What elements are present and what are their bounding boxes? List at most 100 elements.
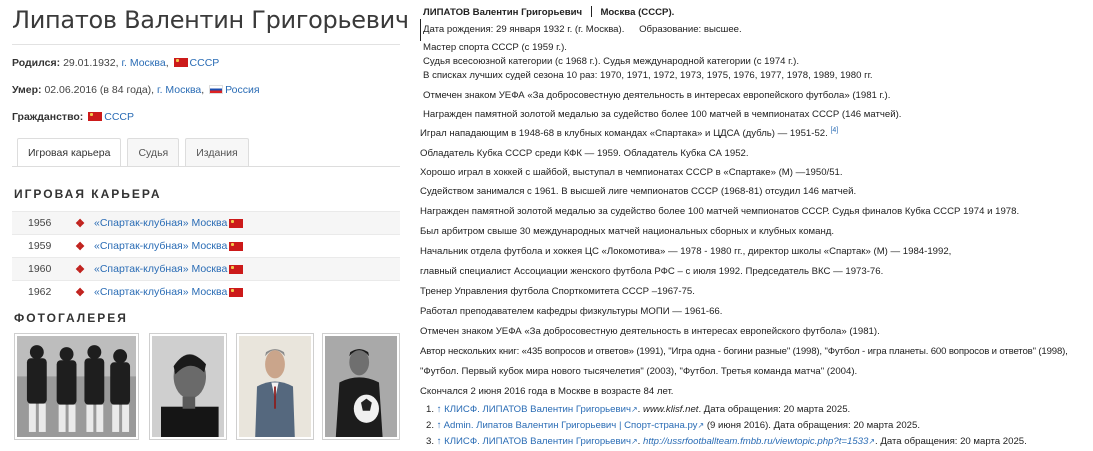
bio-line: Судейством занимался с 1961. В высшей ли… bbox=[420, 186, 857, 197]
ref-number: 1. bbox=[426, 404, 435, 415]
ref-number: 2. bbox=[426, 420, 435, 431]
bio-line: Был арбитром свыше 30 международных матч… bbox=[420, 226, 835, 237]
bio-line: Судья всесоюзной категории (с 1968 г.). … bbox=[423, 56, 800, 67]
table-row: 1960 ❖ «Спартак-клубная» Москва bbox=[12, 257, 400, 280]
ref-date: (9 июня 2016). Дата обращения: 20 марта … bbox=[706, 420, 921, 431]
career-year: 1956 bbox=[28, 217, 52, 229]
photo-image bbox=[239, 336, 311, 437]
career-table: 1956 ❖ «Спартак-клубная» Москва 1959 ❖ «… bbox=[12, 211, 400, 303]
photo-image bbox=[152, 336, 224, 437]
died-city-link[interactable]: г. Москва bbox=[157, 84, 201, 96]
bio-line: Хорошо играл в хоккей с шайбой, выступал… bbox=[420, 167, 843, 178]
profile-tabs: Игровая карьера Судья Издания bbox=[17, 138, 249, 166]
separator bbox=[590, 6, 592, 17]
spartak-logo-icon: ❖ bbox=[75, 263, 85, 276]
bio-header-name: ЛИПАТОВ Валентин Григорьевич bbox=[423, 7, 583, 18]
reference-item: 3. ↑ КЛИСФ. ЛИПАТОВ Валентин Григорьевич… bbox=[426, 436, 1027, 447]
reference-item: 2. ↑ Admin. Липатов Валентин Григорьевич… bbox=[426, 420, 920, 431]
bio-line: Мастер спорта СССР (с 1959 г.). bbox=[423, 42, 567, 53]
external-link-icon: ↗ bbox=[630, 437, 638, 446]
ref-number: 3. bbox=[426, 436, 435, 447]
text-cursor bbox=[420, 19, 421, 41]
spartak-logo-icon: ❖ bbox=[75, 286, 85, 299]
ussr-flag-icon bbox=[229, 241, 244, 251]
gallery-heading: ФОТОГАЛЕРЕЯ bbox=[14, 311, 128, 325]
ussr-flag-icon bbox=[229, 287, 244, 297]
bio-education: Образование: высшее. bbox=[639, 24, 742, 35]
citizenship-country-link[interactable]: СССР bbox=[104, 111, 134, 123]
bio-line: Отмечен знаком УЕФА «За добросовестную д… bbox=[423, 90, 891, 101]
died-row: Умер: 02.06.2016 (в 84 года), г. Москва,… bbox=[12, 84, 260, 96]
ref-mark-link[interactable]: [4] bbox=[830, 127, 838, 134]
bio-header: ЛИПАТОВ Валентин Григорьевич Москва (ССС… bbox=[423, 6, 674, 18]
spartak-logo-icon: ❖ bbox=[75, 217, 85, 230]
photo-image bbox=[17, 336, 136, 437]
bio-line: Скончался 2 июня 2016 года в Москве в во… bbox=[420, 386, 674, 397]
ussr-flag-icon bbox=[229, 264, 244, 274]
bio-line-with-ref: Играл нападающим в 1948-68 в клубных ком… bbox=[420, 127, 838, 139]
external-link-icon: ↗ bbox=[630, 405, 638, 414]
bio-line: Отмечен знаком УЕФА «За добросовестную д… bbox=[420, 326, 880, 337]
bio-line: Автор нескольких книг: «435 вопросов и о… bbox=[420, 346, 1068, 357]
ref-date: . Дата обращения: 20 марта 2025. bbox=[875, 436, 1027, 447]
club-link[interactable]: «Спартак-клубная» Москва bbox=[94, 240, 227, 252]
photo-image bbox=[325, 336, 397, 437]
bio-line: Тренер Управления футбола Спорткомитета … bbox=[420, 286, 695, 297]
tabs-divider bbox=[12, 166, 400, 167]
club-link[interactable]: «Спартак-клубная» Москва bbox=[94, 217, 227, 229]
bio-line: Награжден памятной золотой медалью за су… bbox=[423, 109, 902, 120]
bio-line: Обладатель Кубка СССР среди КФК — 1959. … bbox=[420, 148, 749, 159]
table-row: 1956 ❖ «Спартак-клубная» Москва bbox=[12, 211, 400, 234]
club-link[interactable]: «Спартак-клубная» Москва bbox=[94, 286, 227, 298]
bio-header-place: Москва (СССР). bbox=[600, 7, 675, 18]
ussr-flag-icon bbox=[173, 58, 188, 67]
tab-referee[interactable]: Судья bbox=[127, 138, 180, 166]
gallery-photo-referees[interactable] bbox=[14, 333, 139, 440]
died-country-link[interactable]: Россия bbox=[225, 84, 259, 96]
bio-line: Начальник отдела футбола и хоккея ЦС «Ло… bbox=[420, 246, 952, 257]
biography-text-panel: ЛИПАТОВ Валентин Григорьевич Москва (ССС… bbox=[420, 0, 1093, 451]
career-year: 1959 bbox=[28, 240, 52, 252]
ref-date: . Дата обращения: 20 марта 2025. bbox=[698, 404, 851, 415]
bio-line: "Футбол. Первый кубок мира нового тысяче… bbox=[420, 366, 858, 377]
bio-birth-row: Дата рождения: 29 января 1932 г. (г. Мос… bbox=[423, 24, 742, 35]
spartak-logo-icon: ❖ bbox=[75, 240, 85, 253]
citizenship-row: Гражданство: СССР bbox=[12, 111, 134, 123]
born-city-link[interactable]: г. Москва bbox=[121, 57, 165, 69]
career-heading: ИГРОВАЯ КАРЬЕРА bbox=[14, 187, 162, 201]
tab-playing-career[interactable]: Игровая карьера bbox=[17, 138, 122, 166]
external-link-icon: ↗ bbox=[697, 421, 705, 430]
ussr-flag-icon bbox=[229, 218, 244, 228]
ref-link[interactable]: ↑ Admin. Липатов Валентин Григорьевич | … bbox=[437, 420, 698, 431]
ussr-flag-icon bbox=[88, 112, 103, 121]
club-link[interactable]: «Спартак-клубная» Москва bbox=[94, 263, 227, 275]
ref-link[interactable]: ↑ КЛИСФ. ЛИПАТОВ Валентин Григорьевич bbox=[437, 436, 631, 447]
ref-link[interactable]: ↑ КЛИСФ. ЛИПАТОВ Валентин Григорьевич bbox=[437, 404, 631, 415]
table-row: 1962 ❖ «Спартак-клубная» Москва bbox=[12, 280, 400, 303]
divider bbox=[12, 44, 400, 45]
bio-line: Работал преподавателем кафедры физкульту… bbox=[420, 306, 723, 317]
born-date: 29.01.1932, bbox=[63, 57, 119, 69]
ref-url-link[interactable]: http://ussrfootballteam.fmbb.ru/viewtopi… bbox=[643, 436, 868, 447]
page-title: Липатов Валентин Григорьевич bbox=[12, 6, 409, 34]
born-country-link[interactable]: СССР bbox=[190, 57, 220, 69]
died-label: Умер: bbox=[12, 84, 42, 96]
bio-birth: Дата рождения: 29 января 1932 г. (г. Мос… bbox=[423, 24, 625, 35]
gallery-photo-with-ball[interactable] bbox=[322, 333, 400, 440]
bio-line: Играл нападающим в 1948-68 в клубных ком… bbox=[420, 128, 828, 140]
gallery-photo-elder[interactable] bbox=[236, 333, 314, 440]
ref-site: www.klisf.net bbox=[643, 404, 699, 415]
bio-line: Награжден памятной золотой медалью за су… bbox=[420, 206, 1020, 217]
player-profile-panel: Липатов Валентин Григорьевич Родился: 29… bbox=[0, 0, 410, 451]
career-year: 1960 bbox=[28, 263, 52, 275]
tab-publications[interactable]: Издания bbox=[185, 138, 249, 166]
table-row: 1959 ❖ «Спартак-клубная» Москва bbox=[12, 234, 400, 257]
gallery-photo-portrait[interactable] bbox=[149, 333, 227, 440]
citizenship-label: Гражданство: bbox=[12, 111, 84, 123]
died-date: 02.06.2016 (в 84 года), bbox=[44, 84, 155, 96]
bio-line: В списках лучших судей сезона 10 раз: 19… bbox=[423, 70, 873, 81]
career-year: 1962 bbox=[28, 286, 52, 298]
bio-line: главный специалист Ассоциации женского ф… bbox=[420, 266, 884, 277]
reference-item: 1. ↑ КЛИСФ. ЛИПАТОВ Валентин Григорьевич… bbox=[426, 404, 851, 415]
born-label: Родился: bbox=[12, 57, 61, 69]
